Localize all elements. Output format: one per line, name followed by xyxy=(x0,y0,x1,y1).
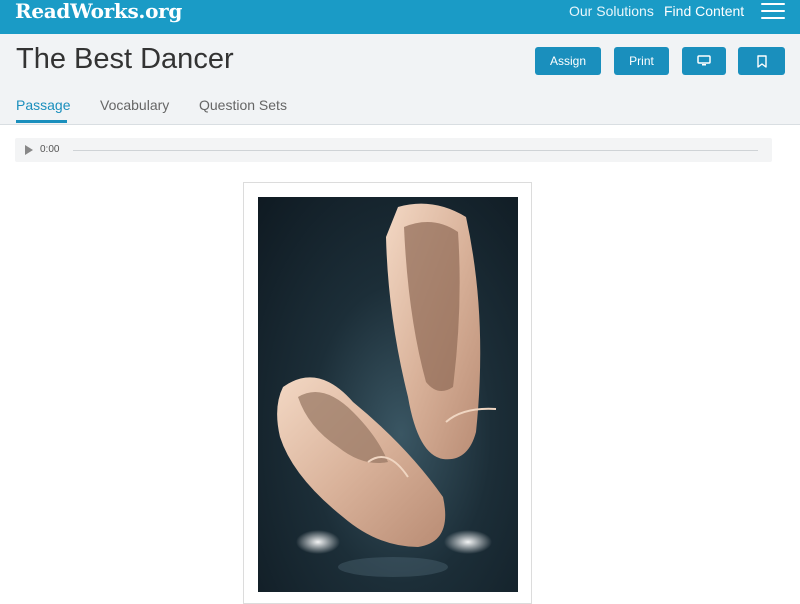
passage-image-frame xyxy=(243,182,532,604)
projector-button[interactable] xyxy=(682,47,726,75)
play-icon[interactable] xyxy=(25,145,33,155)
tab-passage[interactable]: Passage xyxy=(16,97,70,113)
audio-player: 0:00 xyxy=(15,138,772,162)
nav-find-content[interactable]: Find Content xyxy=(664,3,744,19)
tab-question-sets[interactable]: Question Sets xyxy=(199,97,287,113)
page-title: The Best Dancer xyxy=(16,43,234,75)
audio-progress-track[interactable] xyxy=(73,150,758,151)
assign-button[interactable]: Assign xyxy=(535,47,601,75)
tab-vocabulary[interactable]: Vocabulary xyxy=(100,97,169,113)
readworks-logo[interactable]: ReadWorks.org xyxy=(15,0,182,22)
ballet-shoes-photo xyxy=(258,197,518,592)
audio-time: 0:00 xyxy=(40,144,60,155)
print-button[interactable]: Print xyxy=(614,47,669,75)
menu-icon[interactable] xyxy=(761,3,785,21)
top-navigation-bar: ReadWorks.org Our Solutions Find Content xyxy=(0,0,800,34)
active-tab-indicator xyxy=(16,120,67,123)
passage-header: The Best Dancer Assign Print Passage Voc… xyxy=(0,34,800,125)
monitor-icon xyxy=(697,55,711,66)
bookmark-icon xyxy=(756,54,767,68)
nav-our-solutions[interactable]: Our Solutions xyxy=(569,3,654,19)
bookmark-button[interactable] xyxy=(738,47,785,75)
